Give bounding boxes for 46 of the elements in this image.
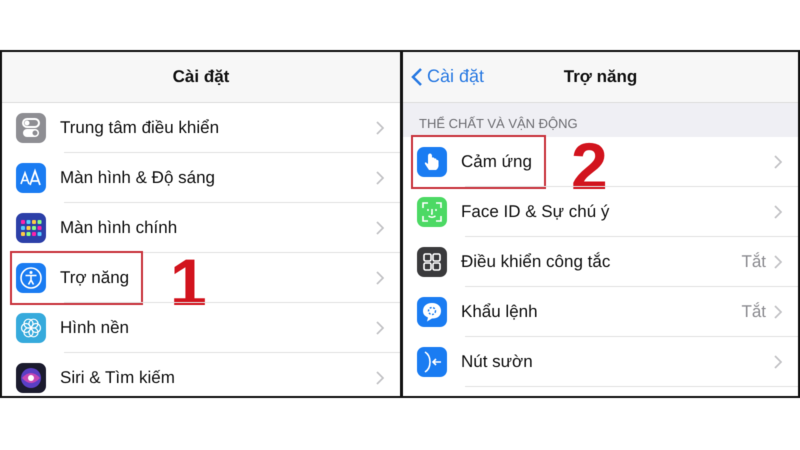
text-size-icon	[16, 163, 46, 193]
screen-title: Cài đặt	[172, 67, 230, 87]
row-value: Tắt	[741, 302, 766, 322]
row-value: Tắt	[741, 252, 766, 272]
chevron-icon	[774, 305, 782, 319]
settings-row[interactable]: Nút sườn	[403, 337, 798, 387]
settings-row[interactable]: Khẩu lệnh Tắt	[403, 287, 798, 337]
toggles-icon	[16, 113, 46, 143]
chevron-icon	[376, 271, 384, 285]
chevron-icon	[376, 371, 384, 385]
chevron-icon	[376, 321, 384, 335]
app-grid-icon	[16, 213, 46, 243]
back-chevron-icon	[411, 66, 423, 86]
side-button-icon	[417, 347, 447, 377]
orb-icon	[16, 363, 46, 393]
settings-row[interactable]: Siri & Tìm kiếm	[2, 353, 400, 396]
row-label: Siri & Tìm kiếm	[60, 368, 175, 388]
row-label: Trung tâm điều khiển	[60, 118, 220, 138]
face-scan-icon	[417, 197, 447, 227]
chevron-icon	[774, 155, 782, 169]
settings-row[interactable]: Trung tâm điều khiển	[2, 103, 400, 153]
flower-icon	[16, 313, 46, 343]
row-label: Điều khiển công tắc	[461, 252, 610, 272]
chevron-icon	[774, 205, 782, 219]
settings-row[interactable]: Điều khiển công tắc Tắt	[403, 237, 798, 287]
screen-title: Trợ năng	[564, 67, 638, 87]
row-label: Nút sườn	[461, 352, 533, 372]
grid-icon	[417, 247, 447, 277]
chevron-icon	[376, 171, 384, 185]
row-label: Cảm ứng	[461, 152, 532, 172]
row-label: Khẩu lệnh	[461, 302, 538, 322]
row-label: Trợ năng	[60, 268, 130, 288]
accessibility-icon	[16, 263, 46, 293]
row-label: Màn hình & Độ sáng	[60, 168, 215, 188]
row-label: Face ID & Sự chú ý	[461, 202, 610, 222]
section-title: THỂ CHẤT VÀ VẬN ĐỘNG	[419, 116, 578, 131]
row-label: Hình nền	[60, 318, 129, 338]
back-button[interactable]: Cài đặt	[411, 66, 484, 87]
chevron-icon	[774, 255, 782, 269]
chevron-icon	[774, 355, 782, 369]
chevron-icon	[376, 121, 384, 135]
row-label: Màn hình chính	[60, 218, 178, 238]
settings-row[interactable]: Màn hình & Độ sáng	[2, 153, 400, 203]
chevron-icon	[376, 221, 384, 235]
hand-icon	[417, 147, 447, 177]
speech-bubble-icon	[417, 297, 447, 327]
